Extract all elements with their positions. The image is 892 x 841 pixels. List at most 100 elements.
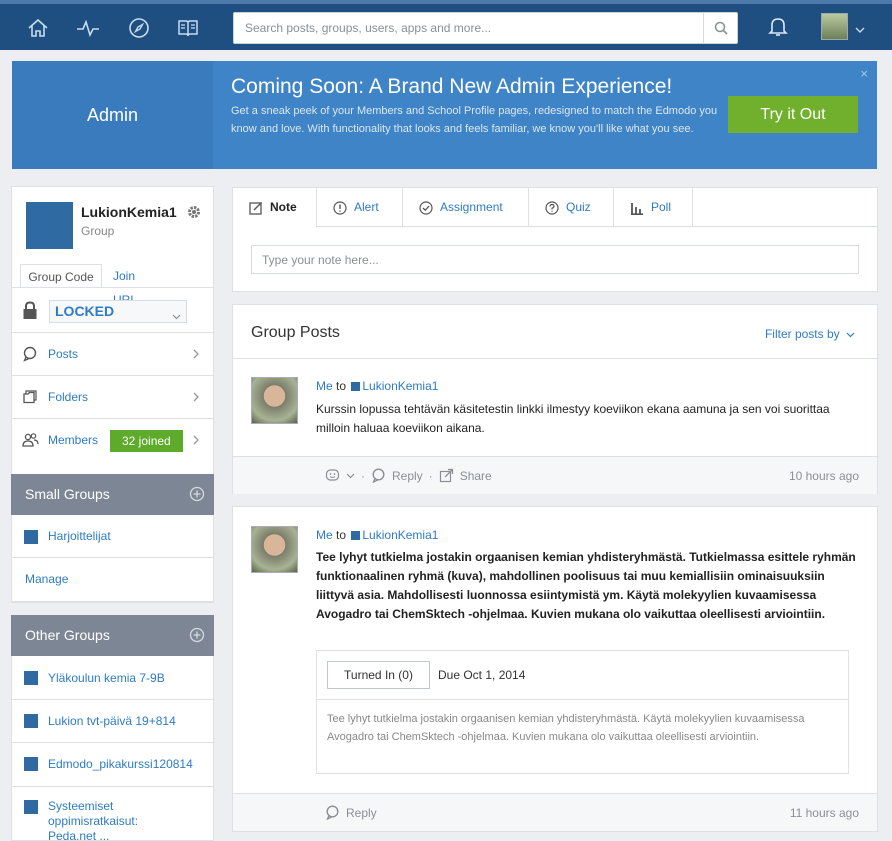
manage-small-groups-link[interactable]: Manage [11,558,214,602]
tab-note[interactable]: Note [233,188,317,228]
other-group-label: Lukion tvt-päivä 19+814 [48,714,176,728]
group-color-swatch [351,531,361,540]
lock-icon [22,301,38,323]
other-group-label: Systeemiset oppimisratkaisut: Peda.net .… [48,799,139,841]
group-color-swatch [24,671,38,685]
chevron-down-icon[interactable] [346,473,355,479]
other-group-item[interactable]: Yläkoulun kemia 7-9B [11,656,214,700]
group-lock-select[interactable]: LOCKED [49,300,187,323]
try-it-out-button[interactable]: Try it Out [728,96,858,133]
user-avatar[interactable] [821,13,848,40]
members-count-badge: 32 joined [110,430,183,452]
banner-body: Get a sneak peek of your Members and Sch… [231,105,718,135]
tab-group-code[interactable]: Group Code [20,264,102,288]
assignment-post: Me to LukionKemia1 Tee lyhyt tutkielma j… [232,506,878,832]
banner-title: Coming Soon: A Brand New Admin Experienc… [231,75,673,98]
post-author-link[interactable]: Me [316,379,333,393]
gear-icon[interactable] [187,205,201,222]
post-footer: · Reply · Share 10 hours ago [233,456,877,494]
group-color-swatch [351,382,361,391]
post-composer: Note Alert Assignment Quiz Poll [232,187,878,292]
tab-alert[interactable]: Alert [317,188,403,227]
other-group-item[interactable]: Edmodo_pikakurssi120814 [11,743,214,787]
small-groups-title: Small Groups [25,486,110,502]
group-color-swatch [24,530,38,544]
add-group-icon[interactable] [189,615,205,656]
other-group-item[interactable]: Lukion tvt-päivä 19+814 [11,700,214,743]
small-groups-header: Small Groups [11,474,214,515]
turned-in-button[interactable]: Turned In (0) [327,661,430,689]
post-body: Kurssin lopussa tehtävän käsitetestin li… [316,402,830,435]
banner-close-icon[interactable]: × [860,66,868,81]
composer-tabs: Note Alert Assignment Quiz Poll [233,188,877,228]
sidebar-item-members[interactable]: Members 32 joined [12,419,213,462]
separator-dot: · [361,468,365,483]
post-author-avatar[interactable] [251,526,298,573]
alert-icon [333,200,347,215]
assignment-check-icon [419,200,433,215]
search-bar [233,12,738,44]
admin-announcement-banner: Admin Coming Soon: A Brand New Admin Exp… [12,61,877,169]
other-group-label: Edmodo_pikakurssi120814 [48,757,193,771]
tab-quiz[interactable]: Quiz [529,188,614,227]
search-input[interactable] [234,13,694,43]
notifications-bell-icon[interactable] [768,15,788,40]
chevron-down-icon [172,305,181,326]
sidebar-item-folders[interactable]: Folders [12,376,213,419]
folders-icon [22,389,38,408]
account-menu-chevron-icon[interactable] [855,22,865,36]
tab-join-url[interactable]: Join URL [113,264,137,307]
tab-poll[interactable]: Poll [614,188,693,227]
search-icon [714,21,728,35]
activity-icon[interactable] [74,14,102,42]
post-to-label: to [336,528,347,542]
post-actions: Reply [325,805,377,820]
group-color-swatch [24,800,38,814]
search-button[interactable] [703,13,737,43]
separator-dot: · [428,468,433,483]
reply-speech-icon[interactable] [371,468,386,483]
post-author-link[interactable]: Me [316,528,333,542]
post-meta: Me to LukionKemia1 [316,528,438,542]
poll-bars-icon [631,202,643,215]
add-small-group-icon[interactable] [189,474,205,515]
tab-label: Note [270,200,297,214]
post-meta: Me to LukionKemia1 [316,379,438,393]
members-icon [22,432,39,451]
home-icon[interactable] [24,14,52,42]
small-group-item[interactable]: Harjoittelijat [11,515,214,558]
assignment-card: Turned In (0) Due Oct 1, 2014 Tee lyhyt … [316,650,849,774]
small-group-label: Harjoittelijat [48,529,111,543]
note-input[interactable] [251,245,859,274]
reply-link[interactable]: Reply [392,469,423,483]
note-icon [249,201,262,215]
reply-speech-icon[interactable] [325,805,340,820]
discover-icon[interactable] [125,14,153,42]
sidebar-item-posts[interactable]: Posts [12,333,213,376]
post-actions: · Reply · Share [325,468,492,483]
banner-admin-label: Admin [12,61,213,169]
sidebar-item-label: Folders [48,390,89,404]
share-icon[interactable] [439,468,454,483]
other-group-item[interactable]: Systeemiset oppimisratkaisut: Peda.net .… [11,787,214,841]
reply-link[interactable]: Reply [346,806,377,820]
post-to-label: to [336,379,347,393]
tab-assignment[interactable]: Assignment [403,188,529,227]
post-author-avatar[interactable] [251,377,298,424]
post-group-link[interactable]: LukionKemia1 [362,528,438,542]
post-timestamp: 11 hours ago [789,806,859,820]
group-avatar [26,202,73,249]
lock-status: LOCKED [55,303,115,319]
sidebar-item-label: Members [48,433,99,447]
group-name: LukionKemia1 [81,204,177,220]
library-icon[interactable] [174,14,202,42]
chevron-right-icon [193,348,199,362]
share-link[interactable]: Share [460,469,492,483]
post-group-link[interactable]: LukionKemia1 [362,379,438,393]
filter-label: Filter posts by [764,327,840,341]
reaction-emoji-icon[interactable] [325,468,340,483]
group-lock-row: LOCKED [12,287,213,333]
other-groups-header: Other Groups [11,615,214,656]
filter-posts-dropdown[interactable]: Filter posts by [765,327,855,341]
group-posts-title: Group Posts [251,324,340,341]
